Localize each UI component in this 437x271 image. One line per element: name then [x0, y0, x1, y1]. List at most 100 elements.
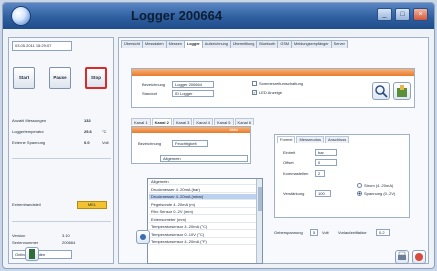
stat-label: Anzahl Messungen	[12, 118, 47, 123]
stat-label: Externe Spannung	[12, 140, 46, 145]
stat-value: 0.0	[84, 140, 90, 145]
info-label: Version	[12, 233, 26, 238]
unit-label: Einheit	[283, 150, 296, 155]
dropdown-option-selected[interactable]: Druckmesser 4..20mA (mbar)	[149, 194, 257, 201]
logger-settings-box: Bezeichnung Logger 200664 Standort ID Lo…	[131, 68, 415, 108]
checkbox-label: LED Anzeige	[259, 90, 283, 95]
stat-row: Loggertemperatur 25.6 °C	[12, 128, 112, 136]
tab-gsm[interactable]: GSM	[277, 40, 293, 48]
stat-value: 25.6	[84, 129, 92, 134]
decimals-label: Kommastellen	[283, 171, 309, 176]
dropdown-option[interactable]: Temperatursensor 4..20mA (°F)	[149, 239, 257, 246]
door-icon[interactable]	[25, 247, 39, 261]
radio-dot[interactable]	[357, 191, 362, 197]
window-controls: _ □ ×	[377, 8, 428, 21]
offset-label: Offset	[283, 160, 294, 165]
checkbox-box[interactable]	[252, 81, 257, 87]
radio-label: Strom (4..20mA)	[364, 183, 394, 188]
status-label: Extremhandsteil	[12, 202, 41, 207]
led-checkbox[interactable]: ✓ LED Anzeige	[252, 90, 282, 96]
online-connect-button[interactable]: Online verbinden	[12, 250, 72, 259]
pause-button[interactable]: Pause	[49, 67, 71, 89]
dropdown-option[interactable]: Pegelsonde 4..20mA (m)	[149, 202, 257, 208]
dropdown-option[interactable]: Temperatursensor 0..10V (°C)	[149, 232, 257, 238]
tab-anschluss[interactable]: Anschluss	[325, 136, 350, 143]
info-value: 3.10	[62, 233, 70, 238]
tab-kanal-2[interactable]: Kanal 2	[151, 118, 172, 125]
tab-logger[interactable]: Logger	[183, 40, 203, 48]
settings-icon[interactable]	[136, 230, 150, 244]
channel-name-label: Bezeichnung	[138, 141, 162, 146]
channel-header-bar: Aktiv	[132, 127, 250, 133]
tab-kanal-3[interactable]: Kanal 3	[172, 118, 193, 125]
tab-meldungsempfaenger[interactable]: Meldungsempfänger	[291, 40, 332, 48]
tab-kanal-6[interactable]: Kanal 6	[234, 118, 255, 125]
channel-name-input[interactable]: Feuchtigkeit	[172, 140, 208, 147]
tab-uebermittlung[interactable]: Übermittlung	[229, 40, 258, 48]
dropdown-scrollbar[interactable]	[256, 179, 262, 263]
gain-input[interactable]: 100	[315, 190, 331, 197]
info-row: Version 3.10	[12, 232, 112, 239]
tab-aufzeichnung[interactable]: Aufzeichnung	[201, 40, 231, 48]
offset-input[interactable]: 0	[315, 159, 337, 166]
tab-uebersicht[interactable]: Übersicht	[121, 40, 144, 48]
tab-messen[interactable]: Messen	[165, 40, 185, 48]
unit-input[interactable]: bar	[315, 149, 337, 156]
current-radio[interactable]: Strom (4..20mA)	[357, 183, 393, 189]
info-value: 200664	[62, 240, 76, 245]
maximize-button[interactable]: □	[395, 8, 410, 21]
formula-tabs: Formel Messmodus Anschluss	[277, 136, 350, 143]
checkbox-box[interactable]: ✓	[252, 90, 257, 96]
dropdown-option[interactable]: Druckmesser 4..20mA (bar)	[149, 187, 257, 193]
scrollbar-thumb[interactable]	[258, 187, 262, 211]
name-label: Bezeichnung	[142, 82, 166, 87]
tab-server[interactable]: Server	[330, 40, 348, 48]
print-icon[interactable]	[395, 250, 409, 264]
tab-messdaten[interactable]: Messdaten	[142, 40, 167, 48]
status-badge: MEL	[77, 201, 107, 209]
minimize-button[interactable]: _	[377, 8, 392, 21]
tab-bluetooth[interactable]: Bluetooth	[256, 40, 279, 48]
sensor-type-select[interactable]: Allgemein	[160, 155, 248, 162]
radio-dot[interactable]	[357, 183, 362, 189]
voltage-radio[interactable]: Spannung (0..2V)	[357, 191, 395, 197]
voltage-unit: Volt	[322, 230, 329, 235]
divider	[12, 221, 111, 222]
sensor-type-dropdown[interactable]: Allgemein Druckmesser 4..20mA (bar) Druc…	[147, 178, 263, 264]
stat-row: Externe Spannung 0.0 Volt	[12, 139, 112, 147]
summertime-checkbox[interactable]: Sommerzeitumschaltung	[252, 81, 303, 87]
stat-row: Anzahl Messungen 132	[12, 117, 112, 125]
stop-button[interactable]: Stop	[85, 67, 107, 89]
dropdown-option[interactable]: Temperatursensor 4..20mA (°C)	[149, 224, 257, 231]
stat-value: 132	[84, 118, 91, 123]
decimals-input[interactable]: 2	[315, 170, 325, 177]
channel-tabs: Kanal 1 Kanal 2 Kanal 3 Kanal 4 Kanal 5 …	[131, 118, 255, 125]
dropdown-option[interactable]: Extensometer (mm)	[149, 217, 257, 223]
close-button[interactable]: ×	[413, 8, 428, 21]
voltage-row: Geberspannung 5 Volt Vorlaufzeitfaktor 0…	[274, 228, 424, 237]
tab-messmodus[interactable]: Messmodus	[296, 136, 325, 143]
dropdown-option[interactable]: Rho Sensor 0..2V (mm)	[149, 209, 257, 216]
tab-formel[interactable]: Formel	[277, 136, 296, 143]
app-logo-icon	[11, 6, 31, 26]
main-tabs: Übersicht Messdaten Messen Logger Aufzei…	[121, 40, 348, 48]
name-input[interactable]: Logger 200664	[172, 81, 214, 88]
search-icon[interactable]	[372, 82, 390, 100]
tab-kanal-1[interactable]: Kanal 1	[131, 118, 151, 125]
title-bar: Logger 200664 _ □ ×	[3, 3, 434, 29]
start-button[interactable]: Start	[13, 67, 35, 89]
formula-panel: Formel Messmodus Anschluss Einheit bar O…	[274, 134, 410, 218]
window-title: Logger 200664	[131, 8, 223, 23]
active-badge: Aktiv	[229, 127, 238, 132]
sensor-voltage-input[interactable]: 5	[310, 229, 318, 236]
exit-icon[interactable]	[412, 250, 426, 264]
application-window: Logger 200664 _ □ × 03.05.2011 15:29:07 …	[2, 2, 435, 269]
stat-unit: °C	[102, 129, 107, 134]
location-input[interactable]: ID Logger	[172, 90, 214, 97]
lead-time-label: Vorlaufzeitfaktor	[338, 230, 367, 235]
tab-kanal-5[interactable]: Kanal 5	[213, 118, 234, 125]
save-icon[interactable]	[393, 82, 411, 100]
lead-time-input[interactable]: 0.2	[376, 229, 390, 236]
tab-kanal-4[interactable]: Kanal 4	[193, 118, 213, 125]
dropdown-option[interactable]: Allgemein	[149, 179, 257, 186]
